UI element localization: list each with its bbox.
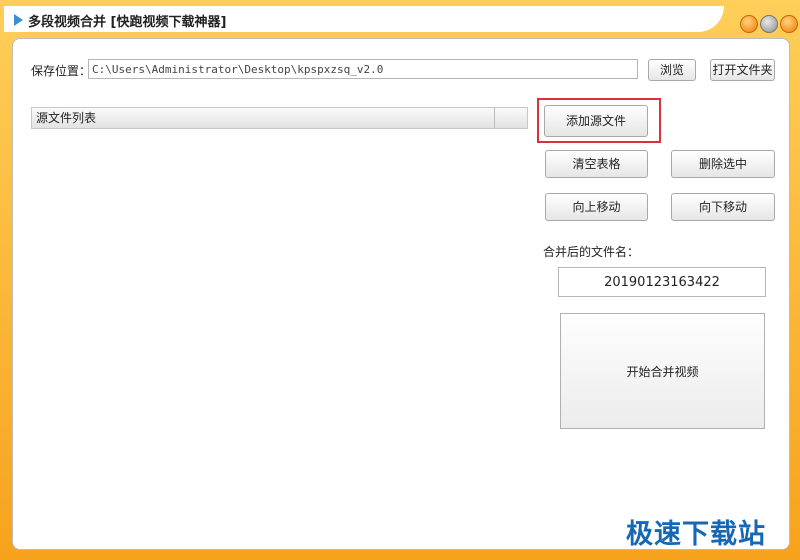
maximize-button[interactable] xyxy=(760,15,778,33)
browse-button[interactable]: 浏览 xyxy=(648,59,696,81)
output-filename-label: 合并后的文件名： xyxy=(543,245,640,259)
title-bar: 多段视频合并 [快跑视频下载神器] xyxy=(0,0,800,34)
move-up-button[interactable]: 向上移动 xyxy=(545,193,648,221)
open-folder-button[interactable]: 打开文件夹 xyxy=(710,59,775,81)
app-play-icon xyxy=(14,14,23,26)
delete-selected-button[interactable]: 删除选中 xyxy=(671,150,775,178)
source-list-header: 源文件列表 xyxy=(31,107,528,129)
close-button[interactable] xyxy=(780,15,798,33)
clear-table-button[interactable]: 清空表格 xyxy=(545,150,648,178)
save-path-field[interactable]: C:\Users\Administrator\Desktop\kpspxzsq_… xyxy=(88,59,638,79)
minimize-button[interactable] xyxy=(740,15,758,33)
save-location-label: 保存位置： xyxy=(31,64,92,78)
window-title: 多段视频合并 [快跑视频下载神器] xyxy=(28,15,227,30)
start-merge-button[interactable]: 开始合并视频 xyxy=(560,313,765,429)
watermark-text: 极速下载站 xyxy=(626,519,766,550)
source-list-column-name[interactable]: 源文件列表 xyxy=(32,108,495,128)
output-filename-field[interactable]: 20190123163422 xyxy=(558,267,766,297)
move-down-button[interactable]: 向下移动 xyxy=(671,193,775,221)
add-source-button[interactable]: 添加源文件 xyxy=(544,105,648,137)
